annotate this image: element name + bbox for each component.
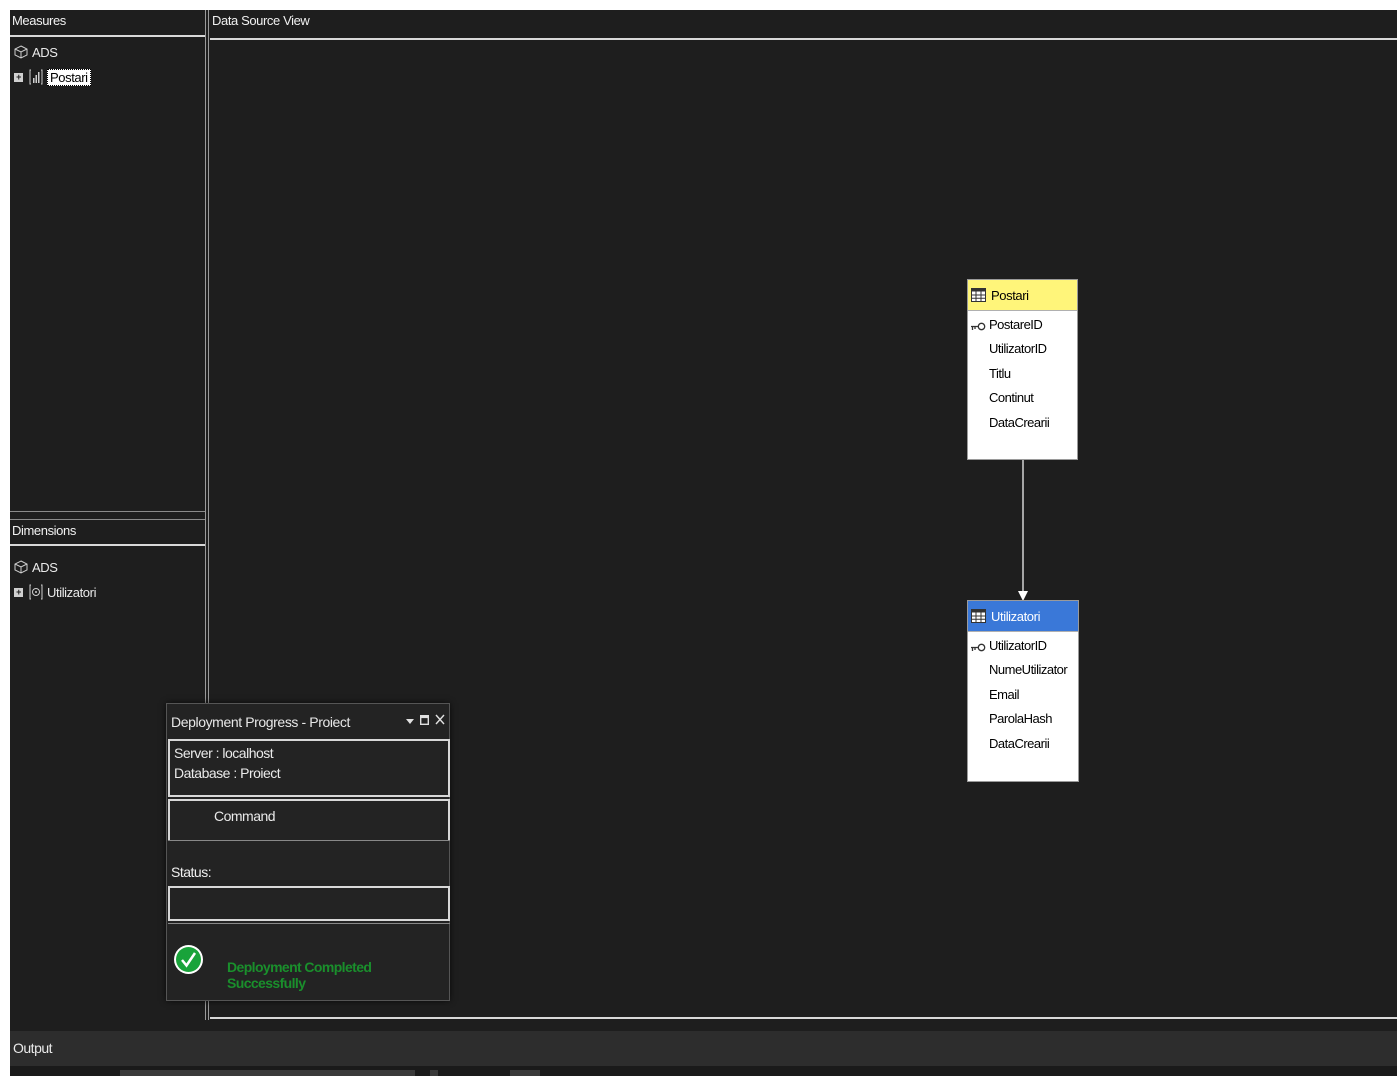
table-grid-icon — [971, 609, 986, 623]
deployment-title: Deployment Progress - Proiect — [171, 713, 351, 730]
deployment-result-text: Deployment Completed Successfully — [227, 959, 372, 991]
dsv-header: Data Source View — [210, 10, 1397, 40]
dimension-utilizatori[interactable]: + Utilizatori — [14, 582, 96, 602]
deployment-progress-window[interactable]: Deployment Progress - Proiect Server : l… — [166, 703, 450, 1001]
database-line: Database : Proiect — [174, 765, 448, 781]
column-name: DataCrearii — [989, 735, 1050, 751]
table-postari-title[interactable]: Postari — [968, 280, 1077, 311]
success-check-icon — [174, 945, 203, 974]
dimensions-root-label: ADS — [32, 559, 58, 575]
output-source-dropdown[interactable] — [120, 1070, 415, 1076]
output-title: Output — [13, 1040, 53, 1056]
deployment-title-bar[interactable]: Deployment Progress - Proiect — [167, 704, 449, 739]
column-name: Continut — [989, 390, 1034, 406]
column-name: UtilizatorID — [989, 637, 1047, 653]
table-postari[interactable]: Postari PostareID UtilizatorID Titlu Con… — [967, 279, 1078, 460]
column-continut[interactable]: Continut — [968, 386, 1077, 411]
dimensions-header-label: Dimensions — [12, 523, 76, 538]
table-utilizatori-title[interactable]: Utilizatori — [968, 601, 1078, 632]
server-line: Server : localhost — [174, 745, 448, 761]
dropdown-arrow-icon[interactable] — [406, 713, 414, 728]
measure-group-icon — [29, 69, 43, 85]
column-name: Titlu — [989, 365, 1011, 381]
app-window: Measures ADS + Postari Dimensions ADS + … — [10, 10, 1397, 1076]
status-label: Status: — [171, 864, 212, 880]
cube-icon — [14, 45, 28, 59]
dimension-icon — [29, 584, 43, 600]
table-utilizatori[interactable]: Utilizatori UtilizatorID NumeUtilizator … — [967, 600, 1079, 782]
maximize-icon[interactable] — [419, 713, 429, 728]
measures-root-label: ADS — [32, 44, 58, 60]
measures-header: Measures — [10, 10, 206, 37]
deployment-info-box: Server : localhost Database : Proiect — [168, 739, 450, 797]
column-numeutilizator[interactable]: NumeUtilizator — [968, 658, 1078, 683]
column-datacrearii[interactable]: DataCrearii — [968, 731, 1078, 756]
table-postari-name: Postari — [991, 287, 1029, 303]
expand-icon[interactable]: + — [14, 72, 23, 82]
output-toolbar-button[interactable] — [430, 1070, 438, 1076]
database-label: Database : — [174, 765, 237, 781]
relationship-arrow[interactable] — [1013, 460, 1033, 605]
column-name: PostareID — [989, 316, 1043, 332]
column-name: UtilizatorID — [989, 341, 1047, 357]
column-datacrearii[interactable]: DataCrearii — [968, 410, 1077, 435]
column-titlu[interactable]: Titlu — [968, 361, 1077, 386]
column-utilizatorid[interactable]: UtilizatorID — [968, 633, 1078, 658]
measures-pane — [10, 38, 206, 512]
output-toolbar — [10, 1066, 1397, 1076]
column-name: NumeUtilizator — [989, 662, 1068, 678]
table-utilizatori-name: Utilizatori — [991, 608, 1041, 624]
measures-root[interactable]: ADS — [14, 42, 58, 62]
status-field[interactable] — [168, 886, 450, 921]
server-label: Server : — [174, 745, 220, 761]
server-value: localhost — [222, 745, 274, 761]
dimensions-root[interactable]: ADS — [14, 557, 58, 577]
dsv-header-label: Data Source View — [212, 13, 310, 28]
measure-group-label: Postari — [47, 68, 91, 86]
column-utilizatorid[interactable]: UtilizatorID — [968, 337, 1077, 362]
measure-group-postari[interactable]: + Postari — [14, 67, 91, 87]
output-panel-header[interactable]: Output — [10, 1031, 1397, 1066]
column-email[interactable]: Email — [968, 682, 1078, 707]
column-name: ParolaHash — [989, 711, 1052, 727]
output-toolbar-button[interactable] — [510, 1070, 540, 1076]
status-divider — [168, 923, 450, 924]
primary-key-icon — [970, 640, 986, 655]
command-column-header: Command — [214, 808, 276, 824]
cube-icon — [14, 560, 28, 574]
column-parolahash[interactable]: ParolaHash — [968, 707, 1078, 732]
database-value: Proiect — [240, 765, 281, 781]
table-grid-icon — [971, 288, 986, 302]
column-postareid[interactable]: PostareID — [968, 312, 1077, 337]
dsv-bottom-border — [210, 1017, 1397, 1019]
dimension-label: Utilizatori — [47, 584, 97, 600]
dimensions-header: Dimensions — [10, 519, 206, 546]
expand-icon[interactable]: + — [14, 587, 23, 597]
column-name: DataCrearii — [989, 414, 1050, 430]
command-list[interactable]: Command — [168, 799, 450, 840]
close-icon[interactable] — [435, 713, 445, 728]
measures-header-label: Measures — [12, 13, 66, 28]
column-name: Email — [989, 686, 1020, 702]
primary-key-icon — [970, 319, 986, 334]
